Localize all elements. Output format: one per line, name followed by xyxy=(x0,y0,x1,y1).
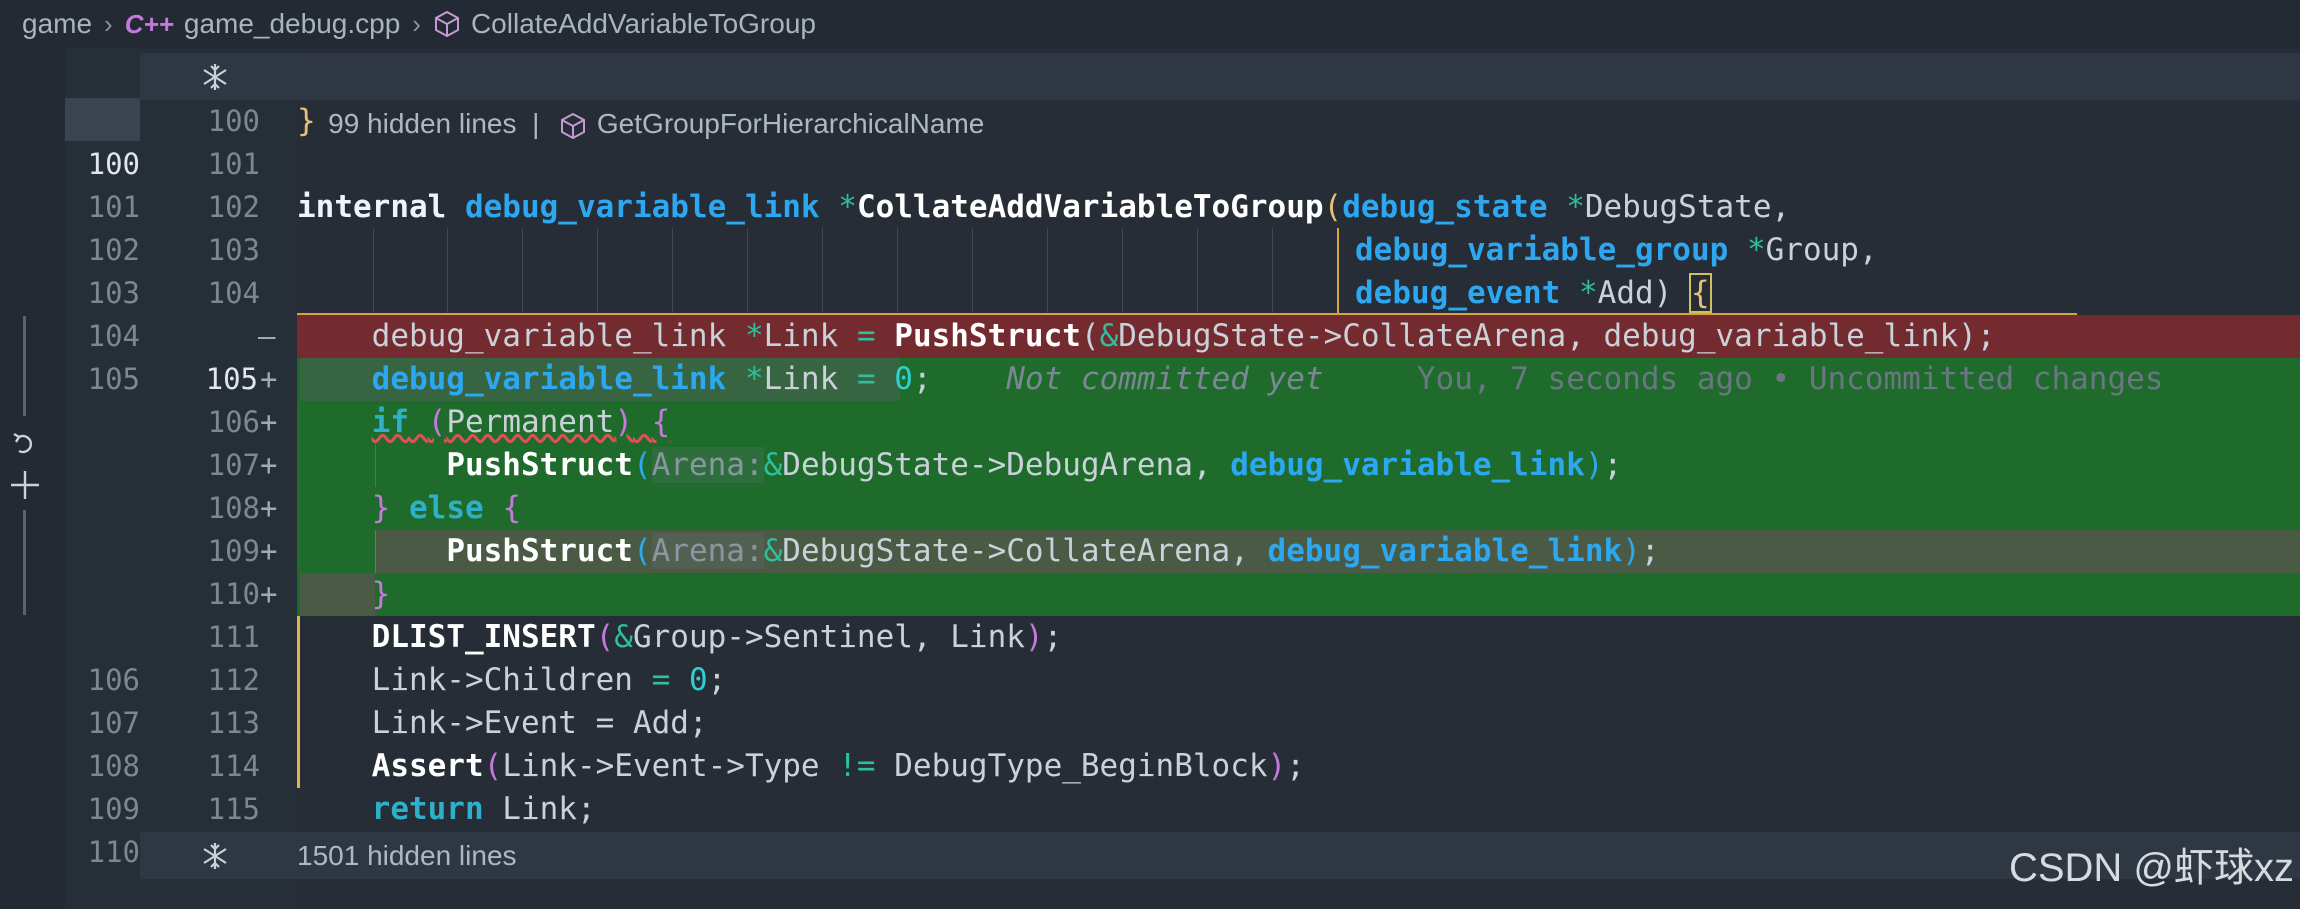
code-line[interactable]: 106 112 Link->Children = 0; xyxy=(0,659,2300,702)
added-line[interactable]: 106 + if (Permanent) { xyxy=(0,401,2300,444)
code-line[interactable]: 102 103 debug_variable_group *Group, xyxy=(0,229,2300,272)
folded-region-top[interactable]: 99 hidden lines | GetGroupForHierarchica… xyxy=(140,53,2300,139)
folded-region-bottom[interactable]: 1501 hidden lines xyxy=(140,832,2300,879)
symbol-method-icon xyxy=(433,10,461,38)
breadcrumb-folder[interactable]: game xyxy=(22,8,92,40)
chevron-right-icon: › xyxy=(412,8,421,39)
code-line[interactable]: 101 102 internal debug_variable_link *Co… xyxy=(0,186,2300,229)
unfold-icon[interactable] xyxy=(200,841,230,871)
stage-change-icon[interactable] xyxy=(8,468,42,502)
added-line[interactable]: 109 + PushStruct(Arena:&DebugState->Coll… xyxy=(0,530,2300,573)
ghost-text: Not committed yet xyxy=(1006,361,1324,397)
chevron-right-icon: › xyxy=(104,8,113,39)
code-line[interactable]: 109 115 return Link; xyxy=(0,788,2300,831)
inlay-hint: Arena: xyxy=(651,533,764,569)
revert-change-icon[interactable] xyxy=(10,428,40,458)
code-line[interactable]: 103 104 debug_event *Add) { xyxy=(0,272,2300,315)
scope-bar xyxy=(297,616,300,788)
breadcrumb-file[interactable]: game_debug.cpp xyxy=(184,8,400,40)
added-line[interactable]: 105 105 + debug_variable_link *Link = 0;… xyxy=(0,358,2300,401)
cpp-file-icon: C++ xyxy=(124,8,174,39)
git-blame-annotation: You, 7 seconds ago • Uncommitted changes xyxy=(1416,361,2164,397)
scroll-track xyxy=(23,510,26,615)
code-line[interactable]: 100 101 xyxy=(0,143,2300,186)
added-line[interactable]: 110 + } xyxy=(0,573,2300,616)
scroll-track xyxy=(23,316,26,416)
code-line[interactable]: 108 114 Assert(Link->Event->Type != Debu… xyxy=(0,745,2300,788)
matched-brace: { xyxy=(1689,273,1712,313)
inlay-hint: Arena: xyxy=(651,447,764,483)
added-marker: + xyxy=(260,362,278,396)
hidden-lines-count: 1501 hidden lines xyxy=(297,840,517,871)
code-line[interactable]: 111 DLIST_INSERT(&Group->Sentinel, Link)… xyxy=(0,616,2300,659)
breadcrumb-symbol[interactable]: CollateAddVariableToGroup xyxy=(471,8,816,40)
added-line[interactable]: 108 + } else { xyxy=(0,487,2300,530)
added-line[interactable]: 107 + PushStruct(Arena:&DebugState->Debu… xyxy=(0,444,2300,487)
watermark: CSDN @虾球xz xyxy=(2008,846,2294,890)
breadcrumb: game › C++ game_debug.cpp › CollateAddVa… xyxy=(0,0,2300,48)
deleted-marker: — xyxy=(258,319,276,353)
unfold-icon[interactable] xyxy=(200,62,230,92)
code-line[interactable]: 100 } xyxy=(0,100,2300,143)
code-line[interactable]: 107 113 Link->Event = Add; xyxy=(0,702,2300,745)
deleted-line[interactable]: 104 — debug_variable_link *Link = PushSt… xyxy=(0,315,2300,358)
